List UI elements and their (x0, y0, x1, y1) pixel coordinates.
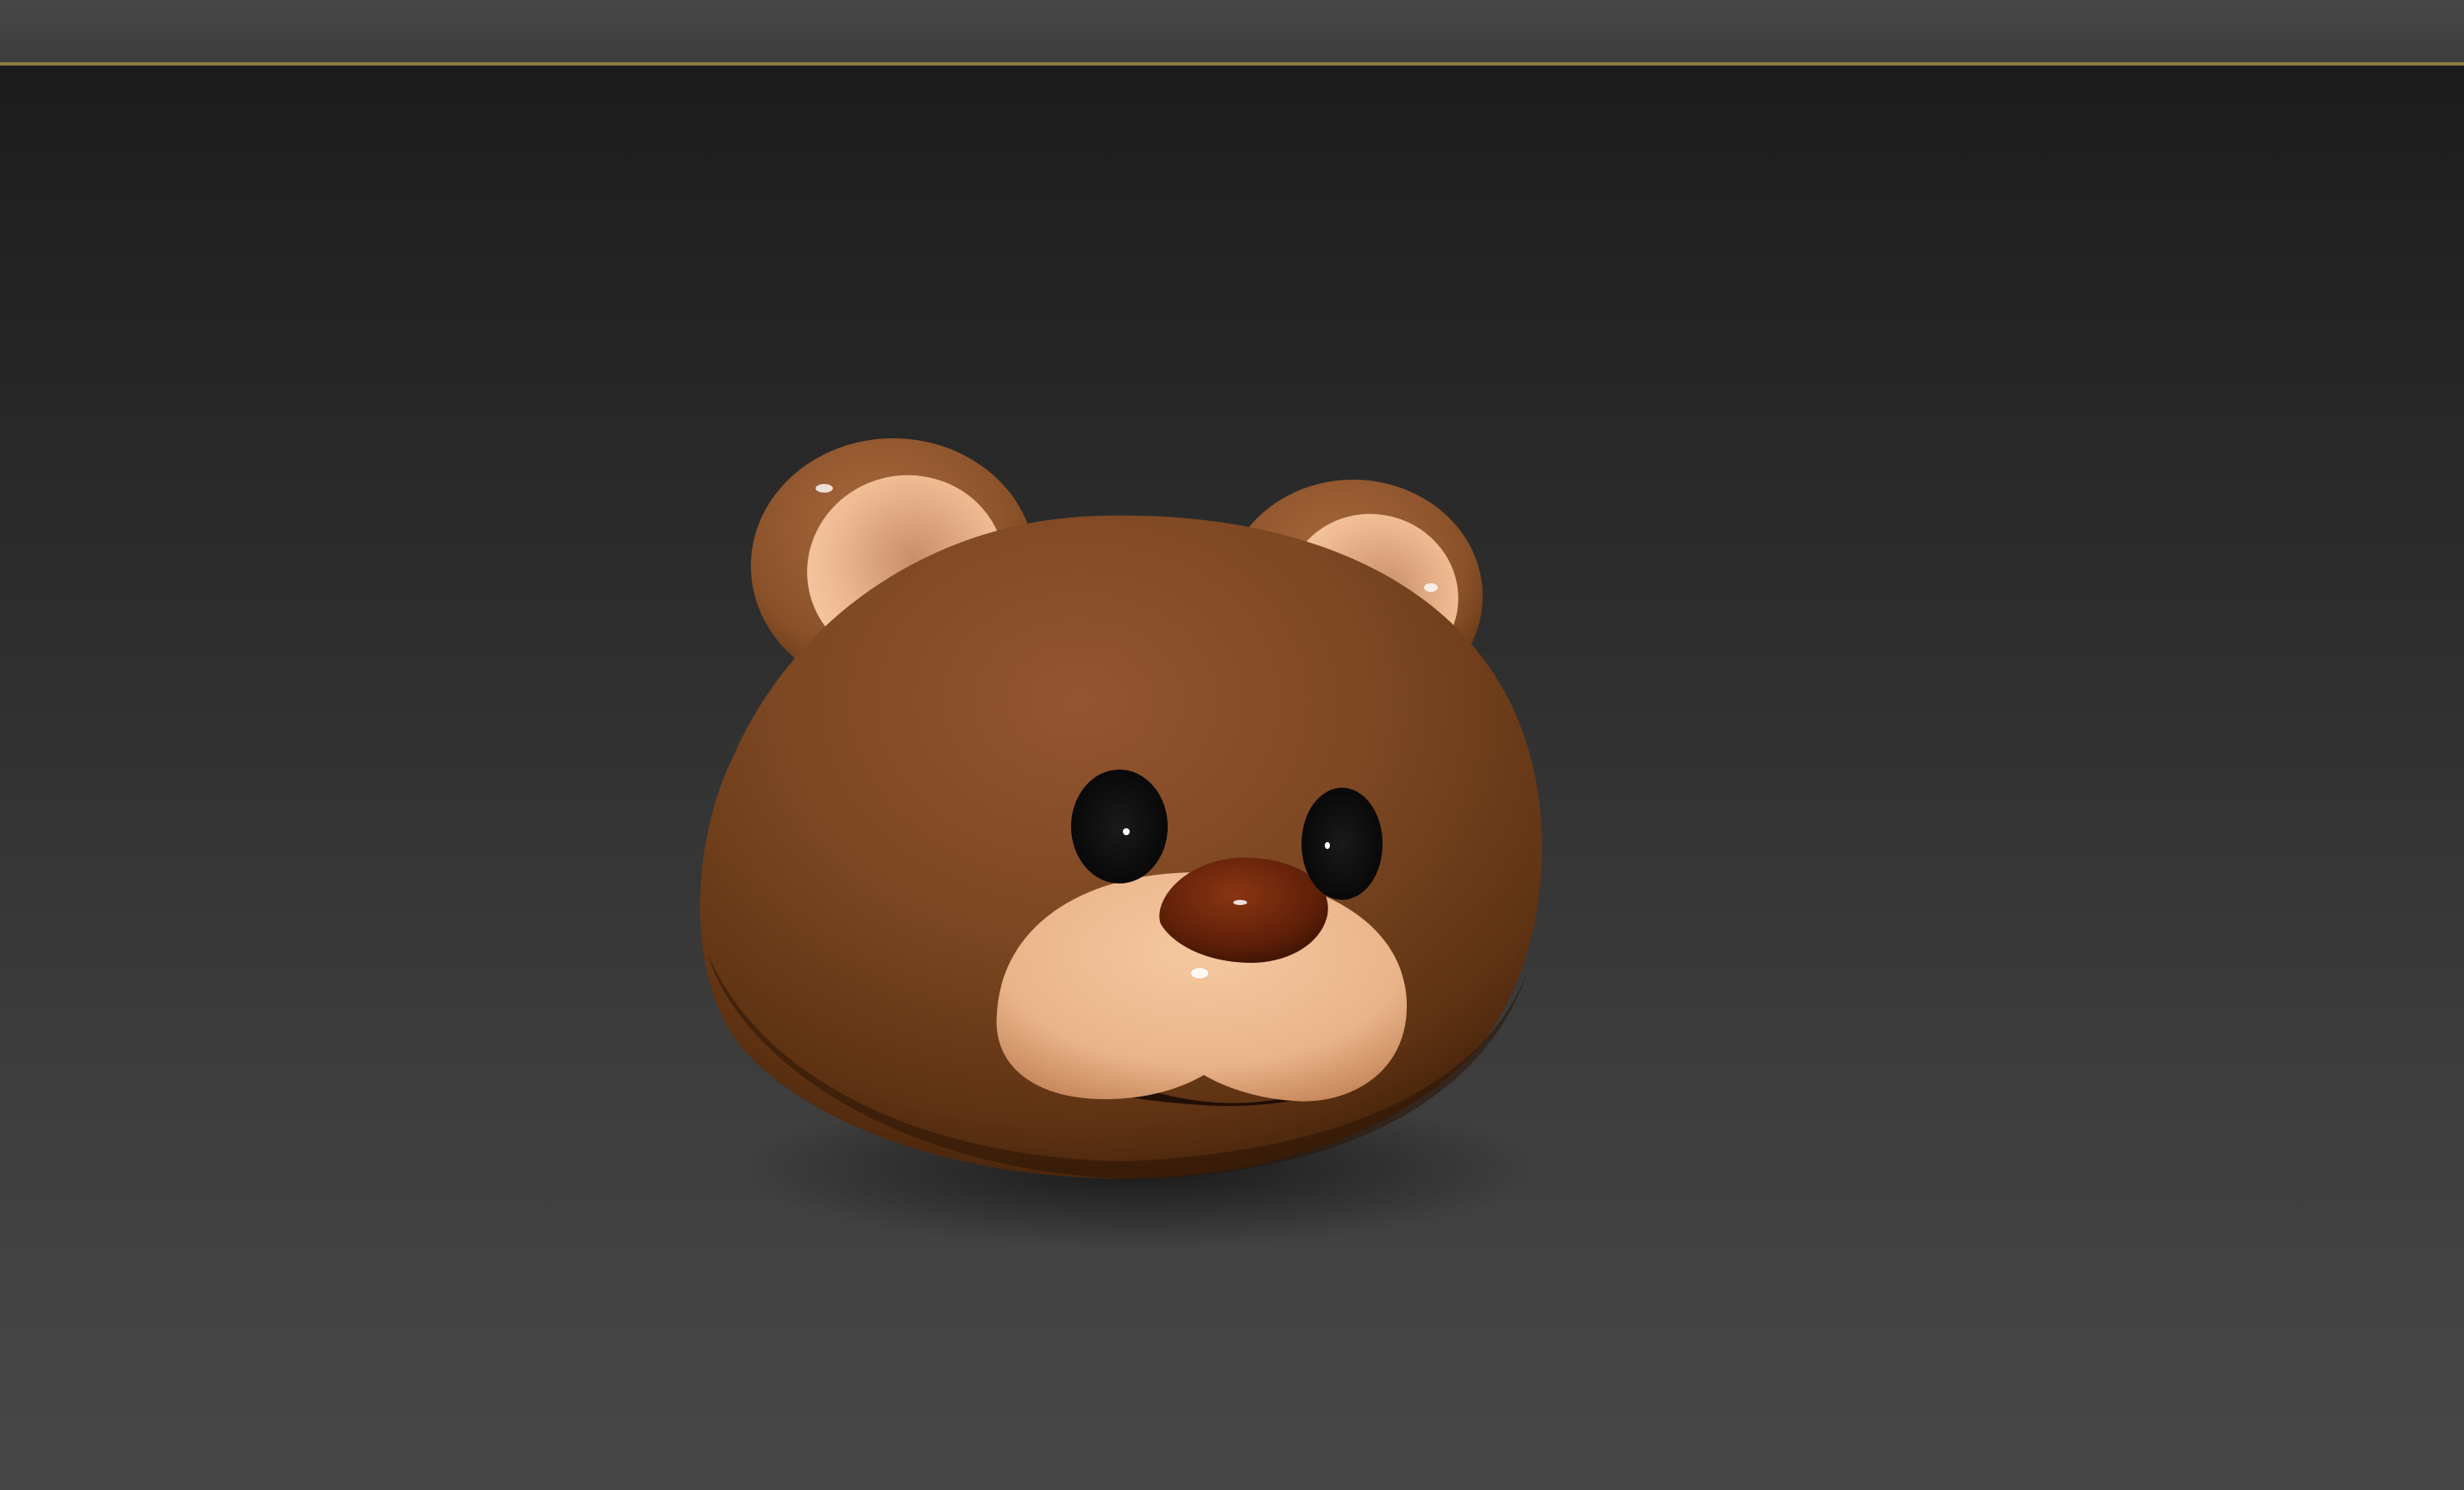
bear-head-model[interactable] (700, 438, 1545, 1248)
right-eye (1301, 788, 1383, 900)
muzzle-highlight (1191, 968, 1208, 978)
app-window (0, 0, 2464, 1490)
left-eye (1071, 770, 1168, 883)
viewport-canvas[interactable] (0, 66, 2464, 1490)
perspective-viewport[interactable] (0, 66, 2464, 1490)
top-bar (0, 0, 2464, 62)
